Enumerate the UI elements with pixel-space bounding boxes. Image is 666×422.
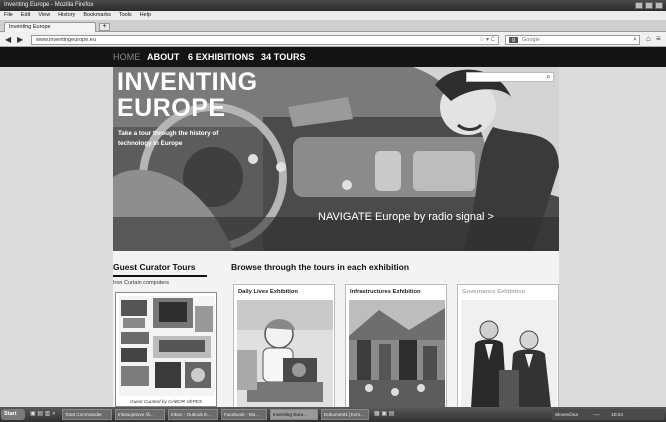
governance-image [461,300,557,407]
taskbar-item-total-commander[interactable]: Total Commander [62,409,112,420]
bookmark-star-icon[interactable]: ☆ ▾ C [479,36,495,44]
guest-curator-subheading[interactable]: Iron Curtain computers [113,280,169,286]
taskbar-item-dokument[interactable]: Dokument1 [Kom... [321,409,369,420]
exhibition-title[interactable]: Infrastructures Exhibition [350,289,421,295]
heading-divider [113,275,207,277]
navigation-toolbar: ◀ ▶ www.inventingeurope.eu ☆ ▾ C g Googl… [0,32,666,47]
hero-tagline: Take a tour through the history of techn… [118,130,219,147]
hero-cta-link[interactable]: NAVIGATE Europe by radio signal > [318,211,494,223]
menu-view[interactable]: View [38,11,50,20]
menu-history[interactable]: History [58,11,75,20]
window-title: Inventing Europe - Mozilla Firefox [4,2,94,8]
taskbar-item-outlook[interactable]: Inbox - Outlook E... [168,409,218,420]
exhibition-card-governance[interactable]: Governance Exhibition [457,284,559,407]
menu-tools[interactable]: Tools [119,11,132,20]
taskbar-item-facebook[interactable]: Facebook - Mo... [221,409,267,420]
system-tray: Slovenčina ◦◦◦◦ 10:24 [552,409,664,420]
exhibition-title[interactable]: Daily Lives Exhibition [238,289,298,295]
taskbar-extra-icons[interactable]: ▦ ▣ ▤ [374,410,394,417]
nav-about-link[interactable]: ABOUT [147,52,180,62]
curator-credit: Guest Curated by GÁBOR VÉPES [130,399,202,404]
quick-launch-icons[interactable]: ▣ ▤ ▥ » [30,410,55,417]
tab-inventing-europe[interactable]: Inventing Europe [4,22,96,32]
menu-help[interactable]: Help [140,11,151,20]
site-navigation: HOME ABOUT 6 EXHIBITIONS 34 TOURS [0,47,666,67]
search-icon[interactable]: ⌕ [546,71,551,82]
hero-title-line2: EUROPE [117,94,226,122]
exhibition-title[interactable]: Governance Exhibition [462,289,525,295]
start-label: Start [4,411,17,417]
taskbar-item-inventing-europe[interactable]: Inventing Euro... [270,409,318,420]
back-arrow-icon[interactable]: ◀ [5,35,11,44]
taskbar: Start ▣ ▤ ▥ » Total Commander Inkasujeto… [0,407,666,422]
close-button[interactable] [655,2,663,9]
menu-icon[interactable]: ≡ [656,34,661,43]
address-bar-url: www.inventingeurope.eu [36,37,96,43]
hero-title: INVENTING EUROPE [117,69,258,121]
main-content: Guest Curator Tours Iron Curtain compute… [113,251,559,407]
menu-edit[interactable]: Edit [21,11,30,20]
guest-curator-heading: Guest Curator Tours [113,262,196,272]
site-search-input[interactable]: ⌕ [466,71,554,82]
exhibition-card-daily-lives[interactable]: Daily Lives Exhibition [233,284,335,407]
tabstrip: Inventing Europe + [0,20,666,32]
taskbar-item-document[interactable]: Inkasujetove rå... [115,409,165,420]
exhibition-card-infrastructures[interactable]: Infrastructures Exhibition [345,284,447,407]
daily-lives-image [237,300,333,407]
new-tab-button[interactable]: + [99,23,110,31]
start-button[interactable]: Start [1,409,25,420]
nav-home-link[interactable]: HOME [113,52,140,62]
browser-search-placeholder: Google [522,37,540,43]
infrastructures-image [349,300,445,407]
forward-arrow-icon[interactable]: ▶ [17,35,23,44]
window-titlebar: Inventing Europe - Mozilla Firefox [0,0,666,11]
home-icon[interactable]: ⌂ [646,34,651,43]
computer-collage-image [119,296,215,396]
hero-banner[interactable]: INVENTING EUROPE Take a tour through the… [113,67,559,251]
hero-title-line1: INVENTING [117,68,258,96]
language-indicator[interactable]: Slovenčina [555,412,578,417]
nav-tours-link[interactable]: 34 TOURS [261,52,306,62]
maximize-button[interactable] [645,2,653,9]
menu-bookmarks[interactable]: Bookmarks [83,11,111,20]
page-viewport: HOME ABOUT 6 EXHIBITIONS 34 TOURS INVENT… [0,47,666,407]
browse-heading: Browse through the tours in each exhibit… [231,262,410,272]
minimize-button[interactable] [635,2,643,9]
menubar: File Edit View History Bookmarks Tools H… [0,11,666,20]
tray-icons[interactable]: ◦◦◦◦ [593,412,600,417]
address-bar[interactable]: www.inventingeurope.eu ☆ ▾ C [31,35,499,45]
guest-curator-card[interactable]: Guest Curated by GÁBOR VÉPES [115,292,217,407]
nav-exhibitions-link[interactable]: 6 EXHIBITIONS [188,52,254,62]
menu-file[interactable]: File [4,11,13,20]
browser-search-input[interactable]: g Google ⌕ [505,35,640,45]
search-icon[interactable]: ⌕ [633,36,637,44]
clock: 10:24 [611,412,623,417]
google-icon: g [509,37,518,43]
